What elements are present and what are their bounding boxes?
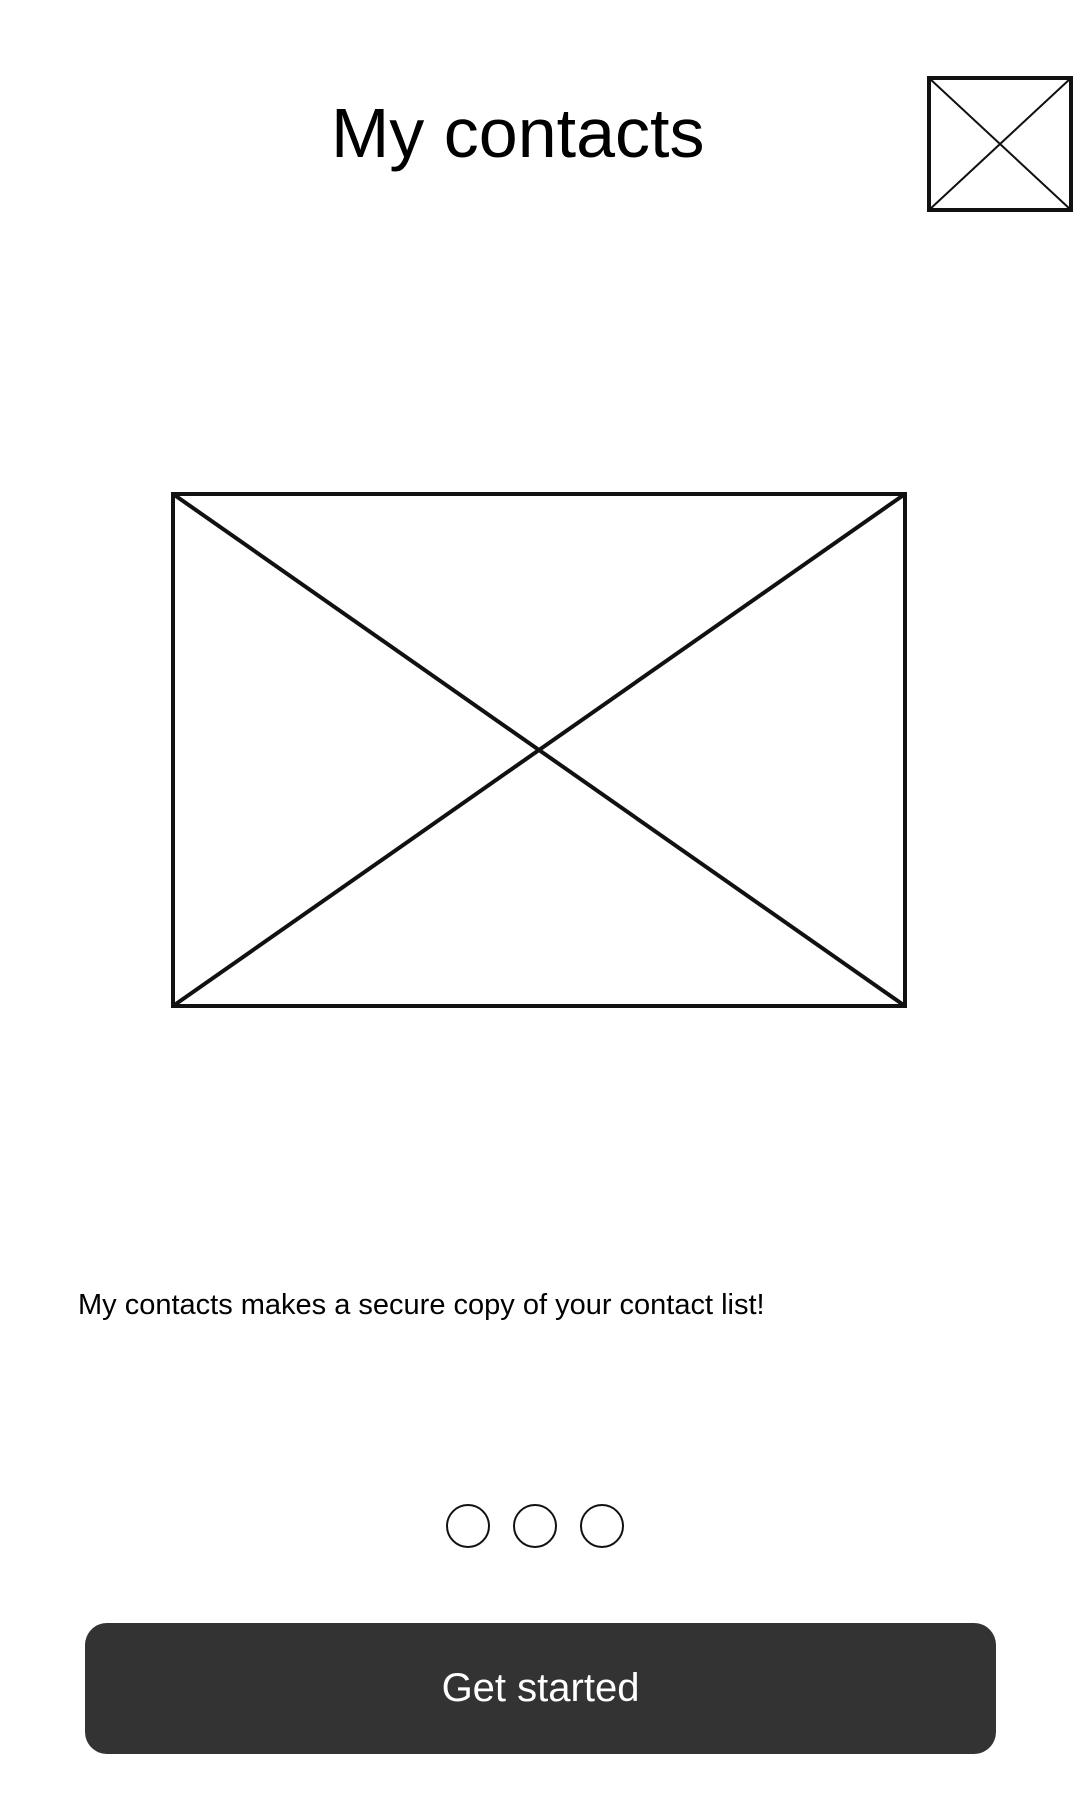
- hero-image-placeholder-icon: [171, 492, 907, 1008]
- page-indicator: [446, 1504, 634, 1552]
- page-indicator-dot[interactable]: [513, 1504, 557, 1548]
- onboarding-description: My contacts makes a secure copy of your …: [78, 1289, 765, 1321]
- page-title: My contacts: [331, 94, 705, 172]
- page-indicator-dot[interactable]: [446, 1504, 490, 1548]
- page-indicator-dot[interactable]: [580, 1504, 624, 1548]
- get-started-button[interactable]: Get started: [85, 1623, 996, 1754]
- image-placeholder-icon[interactable]: [927, 76, 1073, 212]
